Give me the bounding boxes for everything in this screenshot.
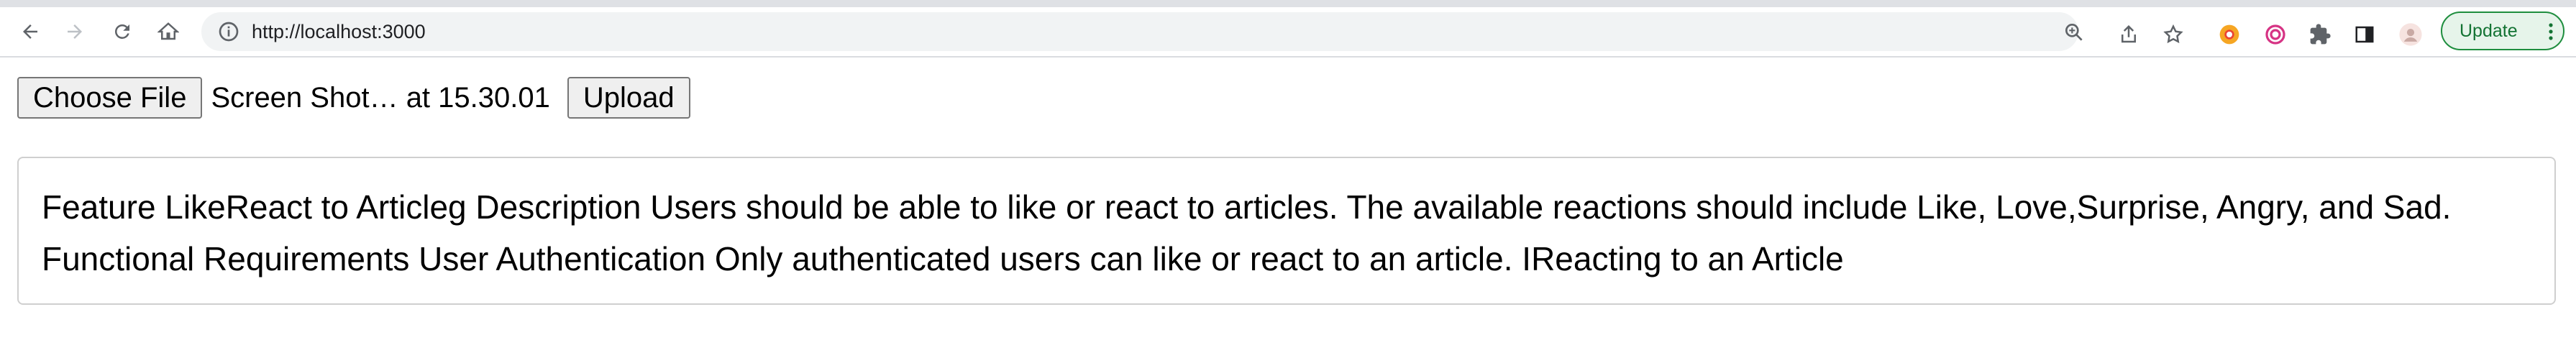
avatar-icon[interactable]: [2396, 20, 2425, 49]
upload-form: Choose File Screen Shot… at 15.30.01 Upl…: [17, 76, 690, 119]
arrow-left-icon[interactable]: [14, 16, 46, 47]
browser-tab-strip: [0, 0, 2576, 7]
chrome-extension-icon[interactable]: [2215, 20, 2244, 49]
star-icon[interactable]: [2159, 20, 2188, 49]
url-text[interactable]: http://localhost:3000: [252, 12, 426, 51]
upload-button[interactable]: Upload: [567, 77, 690, 119]
target-extension-icon[interactable]: [2261, 20, 2290, 49]
selected-file-name: Screen Shot… at 15.30.01: [211, 81, 550, 114]
update-label: Update: [2459, 20, 2518, 41]
arrow-right-icon[interactable]: [59, 16, 91, 47]
puzzle-icon[interactable]: [2306, 20, 2334, 49]
home-icon[interactable]: [152, 16, 184, 47]
update-button[interactable]: Update: [2441, 12, 2564, 50]
address-bar[interactable]: http://localhost:3000: [201, 12, 2083, 51]
info-icon[interactable]: [217, 20, 240, 43]
side-panel-icon[interactable]: [2350, 20, 2379, 49]
more-vert-icon[interactable]: [2549, 22, 2553, 41]
choose-file-button[interactable]: Choose File: [17, 77, 203, 119]
extracted-text-box: Feature LikeReact to Articleg Descriptio…: [17, 157, 2556, 305]
browser-toolbar: http://localhost:3000 Update: [0, 7, 2576, 58]
reload-icon[interactable]: [106, 16, 138, 47]
share-icon[interactable]: [2114, 20, 2143, 49]
zoom-icon[interactable]: [2063, 21, 2086, 44]
